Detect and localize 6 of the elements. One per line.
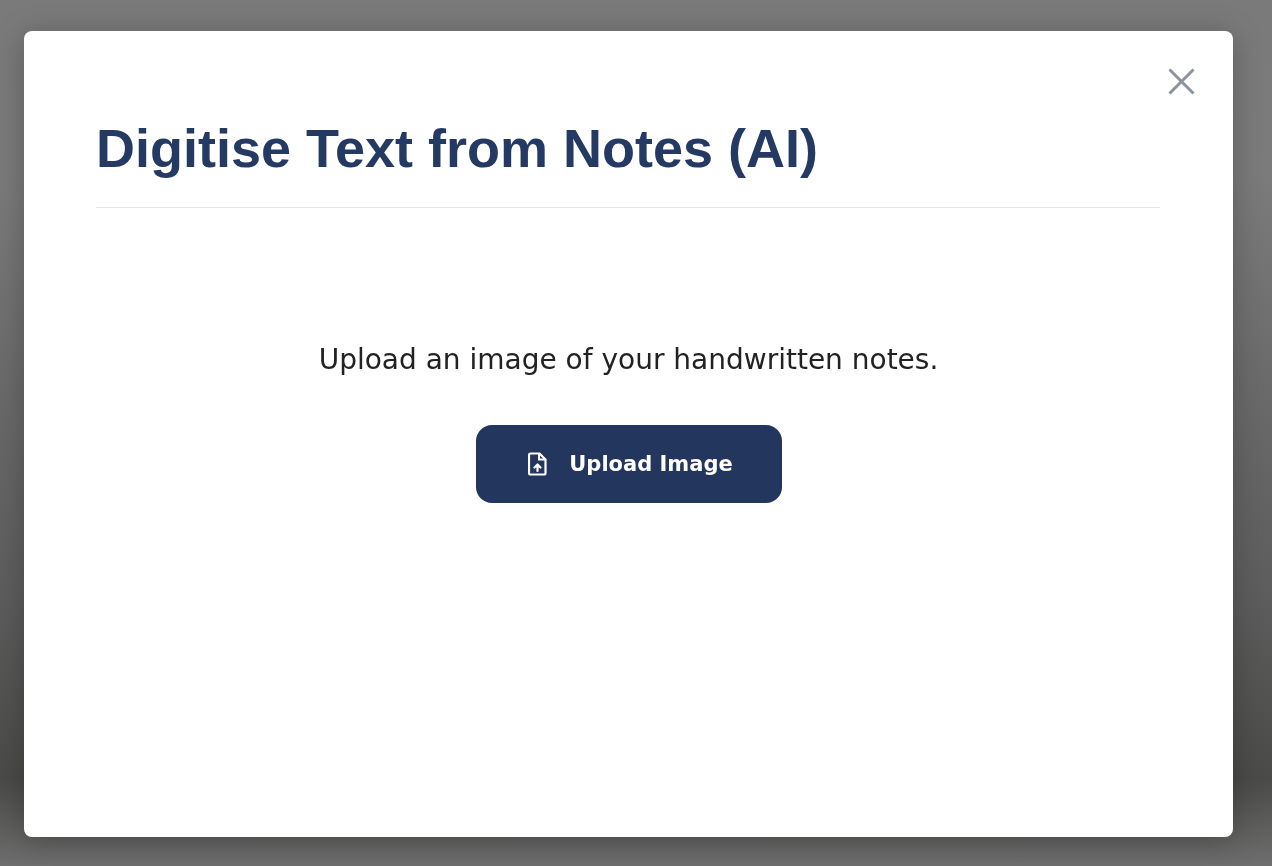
close-button[interactable] (1168, 68, 1195, 95)
upload-image-button[interactable]: Upload Image (475, 425, 782, 503)
file-upload-icon (528, 452, 548, 476)
dialog-title: Digitise Text from Notes (AI) (96, 117, 819, 180)
instruction-text: Upload an image of your handwritten notes. (318, 342, 939, 378)
close-icon (1168, 68, 1195, 95)
